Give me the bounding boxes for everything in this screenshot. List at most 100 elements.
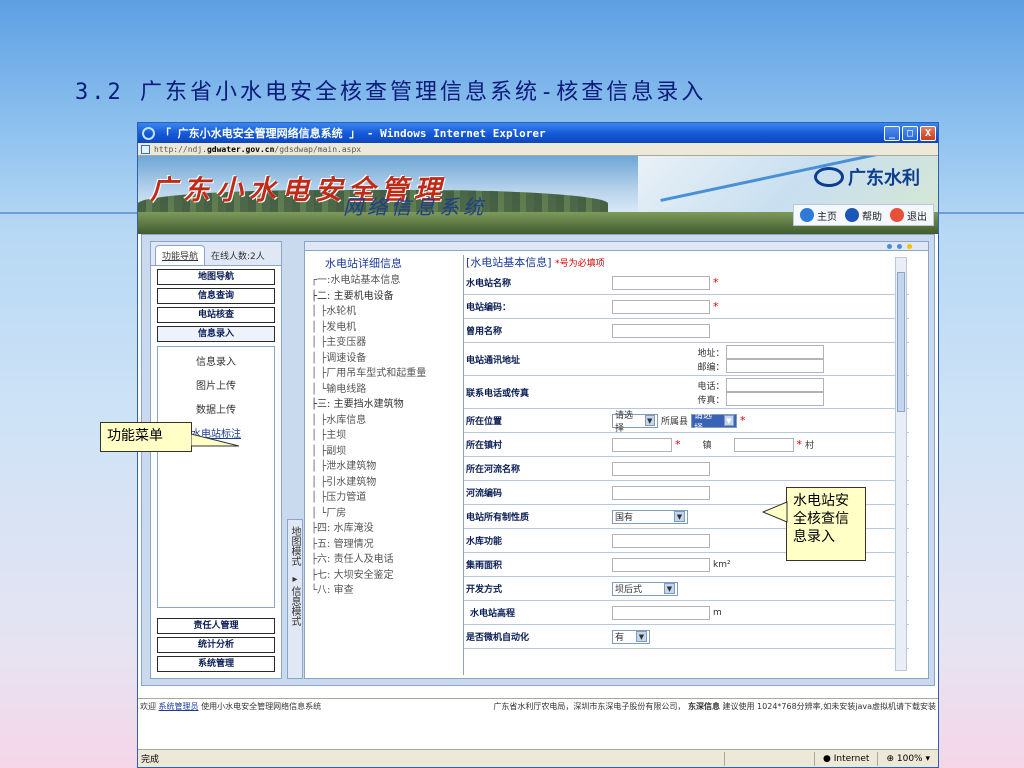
banner-subtitle: 网络信息系统 xyxy=(343,195,487,219)
tree-node[interactable]: │ └厂房 xyxy=(311,506,459,522)
tree-node[interactable]: └八: 审查 xyxy=(311,583,459,599)
address-input[interactable] xyxy=(725,345,824,359)
tree-title: 水电站详细信息 xyxy=(325,257,402,270)
row-contact-address: 电站通讯地址 地址： 邮编： xyxy=(464,343,909,376)
tree-node[interactable]: │ ├主变压器 xyxy=(311,335,459,351)
window-dot-icon xyxy=(897,243,902,249)
status-zoom[interactable]: ⊕ 100% ▾ xyxy=(877,751,938,766)
automation-value: 有 xyxy=(615,633,625,643)
submenu-info-entry[interactable]: 信息录入 xyxy=(158,353,274,377)
chevron-down-icon: ▼ xyxy=(664,583,675,594)
tree-node[interactable]: │ ├水轮机 xyxy=(311,304,459,320)
scroll-thumb[interactable] xyxy=(897,272,905,412)
brand-logo: 广东水利 xyxy=(814,164,920,190)
tree-node[interactable]: ├二: 主要机电设备 xyxy=(311,289,459,305)
home-link[interactable]: 主页 xyxy=(800,208,837,223)
submenu-list: 信息录入 图片上传 数据上传 水电站标注 xyxy=(157,346,275,608)
map-mode-label[interactable]: 地图模式 xyxy=(288,526,300,566)
village-input[interactable] xyxy=(733,437,794,452)
county-select[interactable]: 请选择 ▼ xyxy=(691,411,738,434)
common-name-input[interactable] xyxy=(612,323,710,338)
zone-label: Internet xyxy=(833,753,870,764)
user-link[interactable]: 系统管理员 xyxy=(159,702,199,711)
station-code-input[interactable] xyxy=(612,299,710,314)
exit-link[interactable]: 退出 xyxy=(890,208,927,223)
maximize-button[interactable]: □ xyxy=(902,125,918,141)
tree-node[interactable]: │ ├压力管道 xyxy=(311,490,459,506)
reservoir-function-input[interactable] xyxy=(612,533,710,548)
submenu-photo-upload[interactable]: 图片上传 xyxy=(158,377,274,401)
station-name-input[interactable] xyxy=(612,275,710,290)
menu-responsible-mgmt[interactable]: 责任人管理 xyxy=(157,618,275,634)
tree-node[interactable]: │ ├调速设备 xyxy=(311,351,459,367)
close-button[interactable]: X xyxy=(920,125,936,141)
tree-node[interactable]: ├六: 责任人及电话 xyxy=(311,552,459,568)
tree-node[interactable]: │ ├水库信息 xyxy=(311,413,459,429)
main-panel: 水电站详细信息 ┌一:水电站基本信息 ├二: 主要机电设备 │ ├水轮机 │ ├… xyxy=(304,241,929,679)
development-select[interactable]: 坝后式 ▼ xyxy=(612,581,678,596)
automation-select[interactable]: 有 ▼ xyxy=(612,629,650,644)
using-text: 使用小水电安全管理网络信息系统 xyxy=(201,702,322,711)
postcode-input[interactable] xyxy=(725,359,824,373)
callout-function-menu: 功能菜单 xyxy=(100,422,192,452)
station-height-label: 水电站高程 xyxy=(470,609,516,619)
tree-node[interactable]: │ ├副坝 xyxy=(311,444,459,460)
fax-input[interactable] xyxy=(725,392,824,406)
tree-node[interactable]: │ ├主坝 xyxy=(311,428,459,444)
contact-phone-label: 联系电话或传真 xyxy=(466,388,530,399)
row-station-code: 电站编码： * xyxy=(464,295,909,319)
tree-node[interactable]: ├四: 水库淹没 xyxy=(311,521,459,537)
tree-node[interactable]: │ ├引水建筑物 xyxy=(311,475,459,491)
address-bar[interactable]: http://ndj. gdwater.gov.cn /gdsdwap/main… xyxy=(138,143,938,156)
required-mark: * xyxy=(713,300,719,313)
menu-station-check[interactable]: 电站核查 xyxy=(157,307,275,323)
town-label: 镇 xyxy=(702,441,712,451)
ownership-select[interactable]: 国有 ▼ xyxy=(612,509,688,524)
info-mode-label[interactable]: 信息模式 xyxy=(288,586,300,626)
app-banner: 广东小水电安全管理 网络信息系统 广东水利 主页 帮助 退出 xyxy=(138,156,938,234)
tree-node[interactable]: │ ├泄水建筑物 xyxy=(311,459,459,475)
url-prefix: http://ndj. xyxy=(154,144,207,154)
station-height-input[interactable] xyxy=(612,605,710,620)
tree-node[interactable]: │ ├发电机 xyxy=(311,320,459,336)
menu-statistics[interactable]: 统计分析 xyxy=(157,637,275,653)
tree-node[interactable]: │ ├厂用吊车型式和起重量 xyxy=(311,366,459,382)
tree-node[interactable]: ├三: 主要挡水建筑物 xyxy=(311,397,459,413)
catchment-area-input[interactable] xyxy=(612,557,710,572)
reservoir-function-label: 水库功能 xyxy=(466,537,503,547)
row-common-name: 曾用名称 xyxy=(464,319,909,343)
panel-header xyxy=(305,242,928,251)
ie-statusbar: 完成 ● Internet ⊕ 100% ▾ xyxy=(138,749,938,767)
chevron-down-icon: ▼ xyxy=(723,415,735,426)
online-count: 在线人数:2人 xyxy=(211,252,265,262)
help-link[interactable]: 帮助 xyxy=(845,208,882,223)
menu-info-entry[interactable]: 信息录入 xyxy=(157,326,275,342)
river-name-input[interactable] xyxy=(612,461,710,476)
phone-input[interactable] xyxy=(725,378,824,392)
tab-function-nav[interactable]: 功能导航 xyxy=(155,245,206,265)
form-scrollbar[interactable] xyxy=(895,257,907,671)
mode-strip[interactable]: 地图模式 ▸ 信息模式 xyxy=(287,519,303,679)
water-logo-icon xyxy=(814,167,844,187)
menu-system-mgmt[interactable]: 系统管理 xyxy=(157,656,275,672)
location-select[interactable]: 请选择 ▼ xyxy=(612,411,658,434)
tree-node[interactable]: ┌一:水电站基本信息 xyxy=(311,273,459,289)
tree-node[interactable]: ├五: 管理情况 xyxy=(311,537,459,553)
required-mark: * xyxy=(713,276,719,289)
window-title: 「 广东小水电安全管理网络信息系统 」 - Windows Internet E… xyxy=(160,127,546,140)
status-done: 完成 xyxy=(141,755,160,765)
menu-info-query[interactable]: 信息查询 xyxy=(157,288,275,304)
menu-map-nav[interactable]: 地图导航 xyxy=(157,269,275,285)
row-river-name: 所在河流名称 xyxy=(464,457,909,481)
tree-node[interactable]: │ └输电线路 xyxy=(311,382,459,398)
tree-node[interactable]: ├七: 大坝安全鉴定 xyxy=(311,568,459,584)
window-dot-icon xyxy=(907,243,912,249)
phone-label: 电话： xyxy=(697,381,725,392)
river-code-input[interactable] xyxy=(612,485,710,500)
top-links: 主页 帮助 退出 xyxy=(793,204,934,226)
town-input[interactable] xyxy=(612,437,672,452)
minimize-button[interactable]: _ xyxy=(884,125,900,141)
expand-arrow-icon[interactable]: ▸ xyxy=(292,574,297,585)
fax-label: 传真： xyxy=(697,395,725,406)
postcode-label: 邮编： xyxy=(697,362,725,373)
